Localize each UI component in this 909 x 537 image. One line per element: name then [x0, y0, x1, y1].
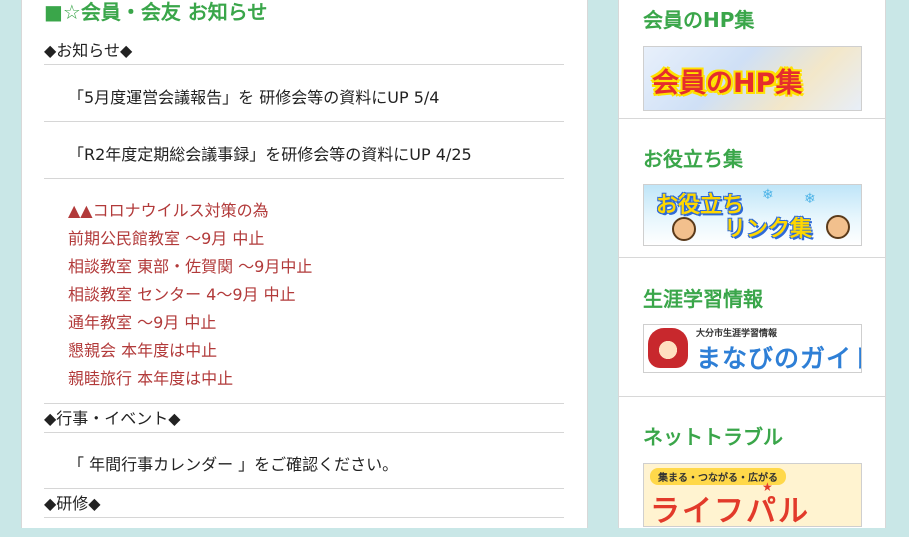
sidebar-title: 生涯学習情報	[643, 287, 763, 311]
sidebar: 会員のHP集 会員のHP集 お役立ち集 お役立ち リンク集 ❄ ❄ 生涯学習情報…	[618, 0, 886, 528]
sidebar-block-useful-links: お役立ち集 お役立ち リンク集 ❄ ❄	[619, 119, 885, 258]
banner-text: まなびのガイド	[696, 344, 862, 373]
child-illustration-icon	[826, 215, 850, 239]
page-title: ■☆会員・会友 お知らせ	[44, 0, 268, 24]
banner-text: リンク集	[724, 217, 813, 242]
covid-notice: ▲▲コロナウイルス対策の為 前期公民館教室 ～9月 中止 相談教室 東部・佐賀関…	[68, 197, 312, 393]
event-calendar-link[interactable]: 「 年間行事カレンダー 」をご確認ください。	[68, 451, 398, 475]
covid-line: 親睦旅行 本年度は中止	[68, 369, 234, 388]
covid-line: 懇親会 本年度は中止	[68, 341, 218, 360]
notice-item: 「5月度運営会議報告」を 研修会等の資料にUP 5/4	[44, 64, 564, 122]
sidebar-block-lifelong-learning: 生涯学習情報 大分市生涯学習情報 まなびのガイド	[619, 258, 885, 397]
star-icon: ★	[762, 480, 773, 494]
child-illustration-icon	[672, 217, 696, 241]
banner-small-text: 大分市生涯学習情報	[696, 329, 778, 339]
covid-line: ▲▲コロナウイルス対策の為	[68, 201, 269, 220]
sidebar-title: ネットトラブル	[643, 425, 783, 449]
section-heading-notice: ◆お知らせ◆	[44, 37, 564, 65]
member-hp-banner[interactable]: 会員のHP集	[643, 46, 862, 111]
sidebar-title: 会員のHP集	[643, 8, 755, 32]
sidebar-block-member-hp: 会員のHP集 会員のHP集	[619, 0, 885, 119]
event-item: 「 年間行事カレンダー 」をご確認ください。	[44, 432, 564, 489]
sidebar-title: お役立ち集	[643, 147, 743, 171]
snowflake-icon: ❄	[762, 187, 774, 203]
main-content: ■☆会員・会友 お知らせ ◆お知らせ◆ 「5月度運営会議報告」を 研修会等の資料…	[21, 0, 588, 528]
sidebar-block-net-trouble: ネットトラブル 集まる・つながる・広がる ライフパル ★	[619, 397, 885, 537]
banner-text: ライフパル	[650, 494, 810, 527]
lifepal-banner[interactable]: 集まる・つながる・広がる ライフパル ★	[643, 463, 862, 527]
learning-guide-banner[interactable]: 大分市生涯学習情報 まなびのガイド	[643, 324, 862, 373]
covid-line: 相談教室 センター 4～9月 中止	[68, 285, 296, 304]
covid-line: 相談教室 東部・佐賀関 ～9月中止	[68, 257, 313, 276]
divider	[44, 403, 564, 404]
notice-link[interactable]: 「5月度運営会議報告」を 研修会等の資料にUP 5/4	[68, 84, 439, 108]
snowflake-icon: ❄	[804, 191, 816, 207]
banner-text: 会員のHP集	[652, 68, 803, 99]
covid-line: 通年教室 ～9月 中止	[68, 313, 217, 332]
section-heading-events: ◆行事・イベント◆	[44, 405, 564, 433]
section-heading-training: ◆研修◆	[44, 490, 564, 518]
notice-item: 「R2年度定期総会議事録」を研修会等の資料にUP 4/25	[44, 121, 564, 179]
covid-line: 前期公民館教室 ～9月 中止	[68, 229, 265, 248]
notice-link[interactable]: 「R2年度定期総会議事録」を研修会等の資料にUP 4/25	[68, 141, 472, 165]
useful-links-banner[interactable]: お役立ち リンク集 ❄ ❄	[643, 184, 862, 246]
mascot-icon	[648, 328, 688, 368]
